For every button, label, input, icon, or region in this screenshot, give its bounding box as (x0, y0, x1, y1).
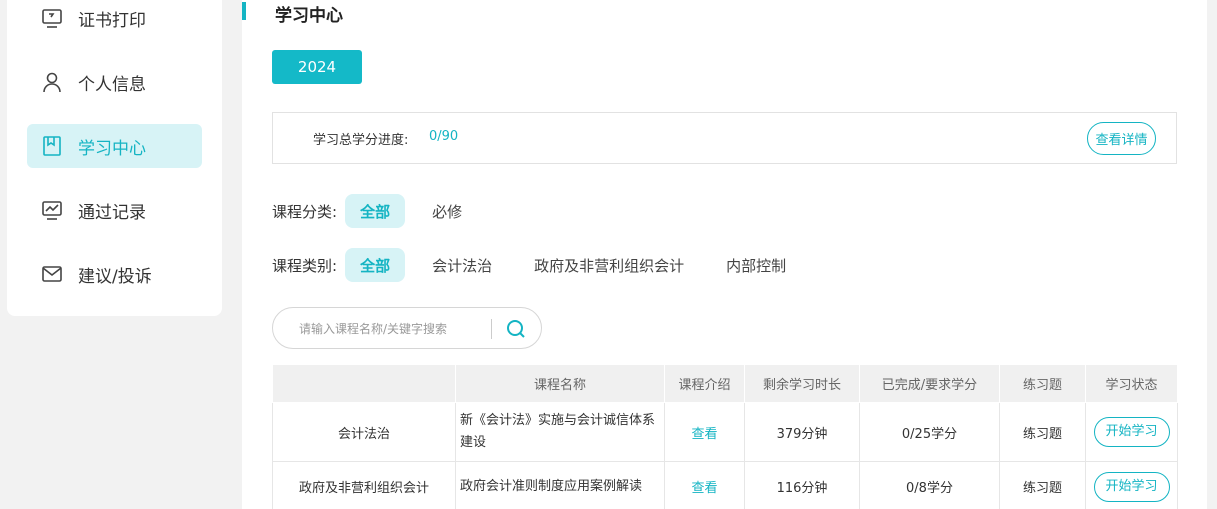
column-header: 学习状态 (1085, 364, 1178, 403)
search-divider (491, 319, 492, 339)
view-details-button[interactable]: 查看详情 (1087, 122, 1156, 155)
type-option-all[interactable]: 全部 (345, 248, 406, 282)
sidebar-item-feedback[interactable]: 建议/投诉 (27, 252, 202, 296)
status-cell: 开始学习 (1085, 402, 1178, 462)
exercise-cell: 练习题 (999, 461, 1086, 509)
course-intro-cell: 查看 (664, 461, 745, 509)
category-filter-label: 课程分类: (272, 202, 338, 221)
sidebar-item-personal-info[interactable]: 个人信息 (27, 60, 202, 104)
sidebar-item-certificate-print[interactable]: 证书打印 (27, 0, 202, 40)
sidebar-item-learning-center[interactable]: 学习中心 (27, 124, 202, 168)
type-option-accounting-law[interactable]: 会计法治 (417, 248, 507, 282)
certificate-print-icon (42, 9, 62, 28)
column-header: 课程名称 (455, 364, 665, 403)
category-option-all[interactable]: 全部 (345, 194, 406, 228)
main-panel: 学习中心 2024 学习总学分进度: 0/90 查看详情 课程分类: 全部 必修… (242, 0, 1207, 509)
course-category-cell: 会计法治 (272, 402, 456, 462)
column-header: 已完成/要求学分 (859, 364, 1000, 403)
table-row: 会计法治 新《会计法》实施与会计诚信体系建设 查看 379分钟 0/25学分 练… (272, 402, 1178, 462)
type-option-government-accounting[interactable]: 政府及非营利组织会计 (519, 248, 699, 282)
sidebar: 证书打印 个人信息 学习中心 通过记录 建议/投诉 (7, 0, 222, 316)
credit-progress-box: 学习总学分进度: 0/90 查看详情 (272, 112, 1177, 164)
type-filter: 课程类别: 全部 会计法治 政府及非营利组织会计 内部控制 (272, 248, 813, 282)
page-title: 学习中心 (275, 6, 343, 26)
sidebar-item-label: 通过记录 (78, 202, 146, 223)
sidebar-item-pass-records[interactable]: 通过记录 (27, 188, 202, 232)
table-header-row: 课程名称 课程介绍 剩余学习时长 已完成/要求学分 练习题 学习状态 (272, 364, 1178, 403)
category-filter: 课程分类: 全部 必修 (272, 194, 489, 228)
progress-label: 学习总学分进度: (313, 133, 409, 148)
start-learning-button[interactable]: 开始学习 (1093, 417, 1170, 447)
course-name-cell: 政府会计准则制度应用案例解读 (455, 461, 665, 509)
bookmark-icon (43, 136, 61, 156)
course-category-cell: 政府及非营利组织会计 (272, 461, 456, 509)
category-option-required[interactable]: 必修 (417, 194, 477, 228)
view-intro-link[interactable]: 查看 (691, 427, 717, 442)
table-row: 政府及非营利组织会计 政府会计准则制度应用案例解读 查看 116分钟 0/8学分… (272, 461, 1178, 509)
search-box (272, 307, 542, 349)
course-intro-cell: 查看 (664, 402, 745, 462)
view-intro-link[interactable]: 查看 (691, 481, 717, 496)
column-header: 课程介绍 (664, 364, 745, 403)
start-learning-button[interactable]: 开始学习 (1093, 471, 1170, 502)
search-icon[interactable] (505, 318, 527, 340)
search-input[interactable] (299, 319, 489, 339)
chart-monitor-icon (42, 201, 62, 220)
sidebar-item-label: 学习中心 (78, 138, 146, 159)
column-header (272, 364, 456, 403)
year-button[interactable]: 2024 (272, 50, 362, 84)
remaining-time-cell: 116分钟 (744, 461, 860, 509)
course-table: 课程名称 课程介绍 剩余学习时长 已完成/要求学分 练习题 学习状态 会计法治 … (272, 364, 1178, 509)
credits-cell: 0/8学分 (859, 461, 1000, 509)
exercise-cell: 练习题 (999, 402, 1086, 462)
status-cell: 开始学习 (1085, 461, 1178, 509)
sidebar-item-label: 个人信息 (78, 74, 146, 95)
remaining-time-cell: 379分钟 (744, 402, 860, 462)
column-header: 剩余学习时长 (744, 364, 860, 403)
sidebar-item-label: 证书打印 (78, 10, 146, 31)
course-name-cell: 新《会计法》实施与会计诚信体系建设 (455, 402, 665, 462)
type-filter-label: 课程类别: (272, 256, 338, 275)
column-header: 练习题 (999, 364, 1086, 403)
envelope-icon (42, 266, 62, 282)
progress-value: 0/90 (429, 129, 459, 144)
title-accent-bar (242, 2, 246, 20)
credits-cell: 0/25学分 (859, 402, 1000, 462)
sidebar-item-label: 建议/投诉 (78, 266, 152, 287)
user-icon (43, 72, 61, 93)
type-option-internal-control[interactable]: 内部控制 (711, 248, 801, 282)
